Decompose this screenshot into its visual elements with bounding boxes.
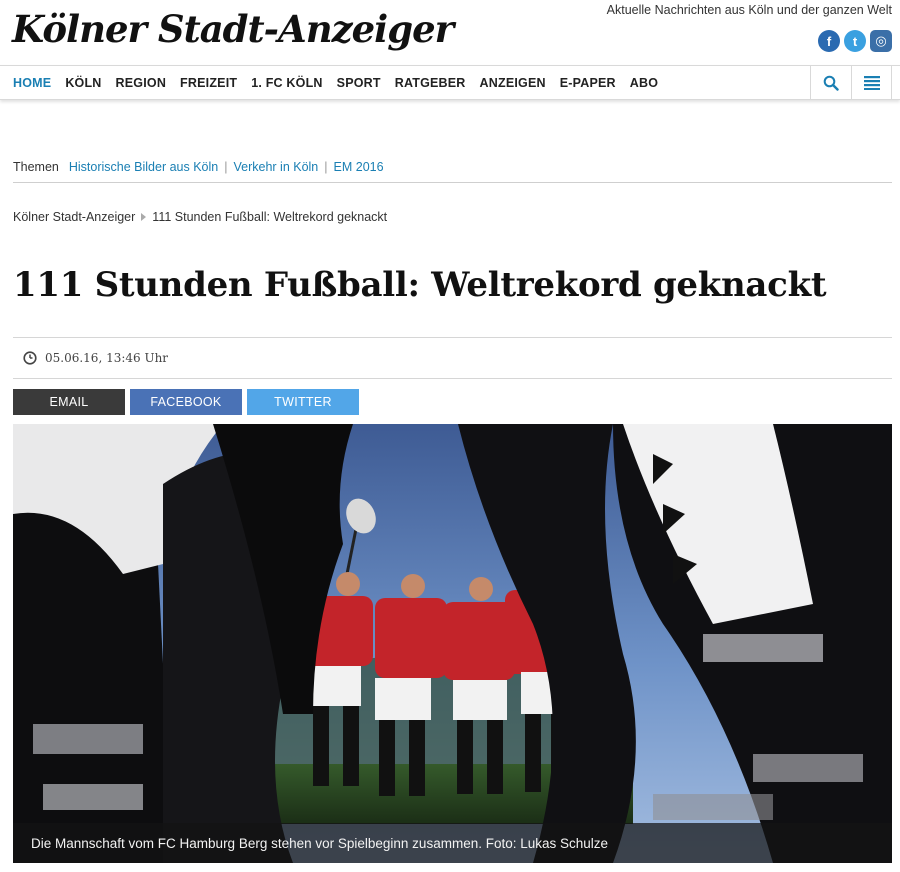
main-navigation: HOME KÖLN REGION FREIZEIT 1. FC KÖLN SPO…: [0, 65, 900, 100]
breadcrumb: Kölner Stadt-Anzeiger 111 Stunden Fußbal…: [13, 210, 387, 224]
nav-item-sport[interactable]: SPORT: [337, 76, 381, 90]
site-logo[interactable]: Kölner Stadt-Anzeiger: [12, 6, 454, 52]
nav-item-fc-koeln[interactable]: 1. FC KÖLN: [251, 76, 322, 90]
breadcrumb-arrow-icon: [141, 213, 147, 221]
nav-items: HOME KÖLN REGION FREIZEIT 1. FC KÖLN SPO…: [13, 66, 658, 100]
topics-label: Themen: [13, 160, 59, 174]
facebook-icon[interactable]: f: [818, 30, 840, 52]
topic-separator: |: [224, 160, 228, 174]
football-team-huddle-image: [13, 424, 892, 863]
nav-item-abo[interactable]: ABO: [630, 76, 658, 90]
social-links: f t ◎: [818, 30, 892, 52]
nav-item-ratgeber[interactable]: RATGEBER: [395, 76, 466, 90]
topic-link-historische-bilder[interactable]: Historische Bilder aus Köln: [69, 160, 218, 174]
nav-item-region[interactable]: REGION: [116, 76, 167, 90]
share-email-button[interactable]: EMAIL: [13, 389, 125, 415]
article-date: 05.06.16, 13:46 Uhr: [45, 351, 169, 365]
share-twitter-button[interactable]: TWITTER: [247, 389, 359, 415]
topic-separator: |: [324, 160, 328, 174]
article-title: 111 Stunden Fußball: Weltrekord geknackt: [13, 265, 827, 305]
search-button[interactable]: [810, 66, 851, 100]
hamburger-menu-icon: [863, 76, 880, 90]
article-meta: 05.06.16, 13:46 Uhr: [13, 337, 892, 379]
nav-item-home[interactable]: HOME: [13, 76, 51, 90]
nav-item-e-paper[interactable]: E-PAPER: [560, 76, 616, 90]
nav-item-freizeit[interactable]: FREIZEIT: [180, 76, 237, 90]
menu-button[interactable]: [851, 66, 892, 100]
article-photo[interactable]: Die Mannschaft vom FC Hamburg Berg stehe…: [13, 424, 892, 863]
photo-caption: Die Mannschaft vom FC Hamburg Berg stehe…: [13, 823, 892, 863]
nav-item-anzeigen[interactable]: ANZEIGEN: [480, 76, 546, 90]
topic-link-em-2016[interactable]: EM 2016: [334, 160, 384, 174]
topics-bar: Themen Historische Bilder aus Köln | Verkeh…: [13, 160, 892, 183]
site-tagline: Aktuelle Nachrichten aus Köln und der ga…: [606, 3, 892, 17]
share-facebook-button[interactable]: FACEBOOK: [130, 389, 242, 415]
breadcrumb-current: 111 Stunden Fußball: Weltrekord geknackt: [152, 210, 388, 224]
clock-icon: [23, 351, 37, 365]
site-header: Kölner Stadt-Anzeiger Aktuelle Nachricht…: [0, 0, 900, 64]
instagram-icon[interactable]: ◎: [870, 30, 892, 52]
nav-item-koeln[interactable]: KÖLN: [65, 76, 101, 90]
breadcrumb-home[interactable]: Kölner Stadt-Anzeiger: [13, 210, 135, 224]
search-icon: [823, 75, 839, 91]
twitter-icon[interactable]: t: [844, 30, 866, 52]
topic-link-verkehr[interactable]: Verkehr in Köln: [233, 160, 318, 174]
